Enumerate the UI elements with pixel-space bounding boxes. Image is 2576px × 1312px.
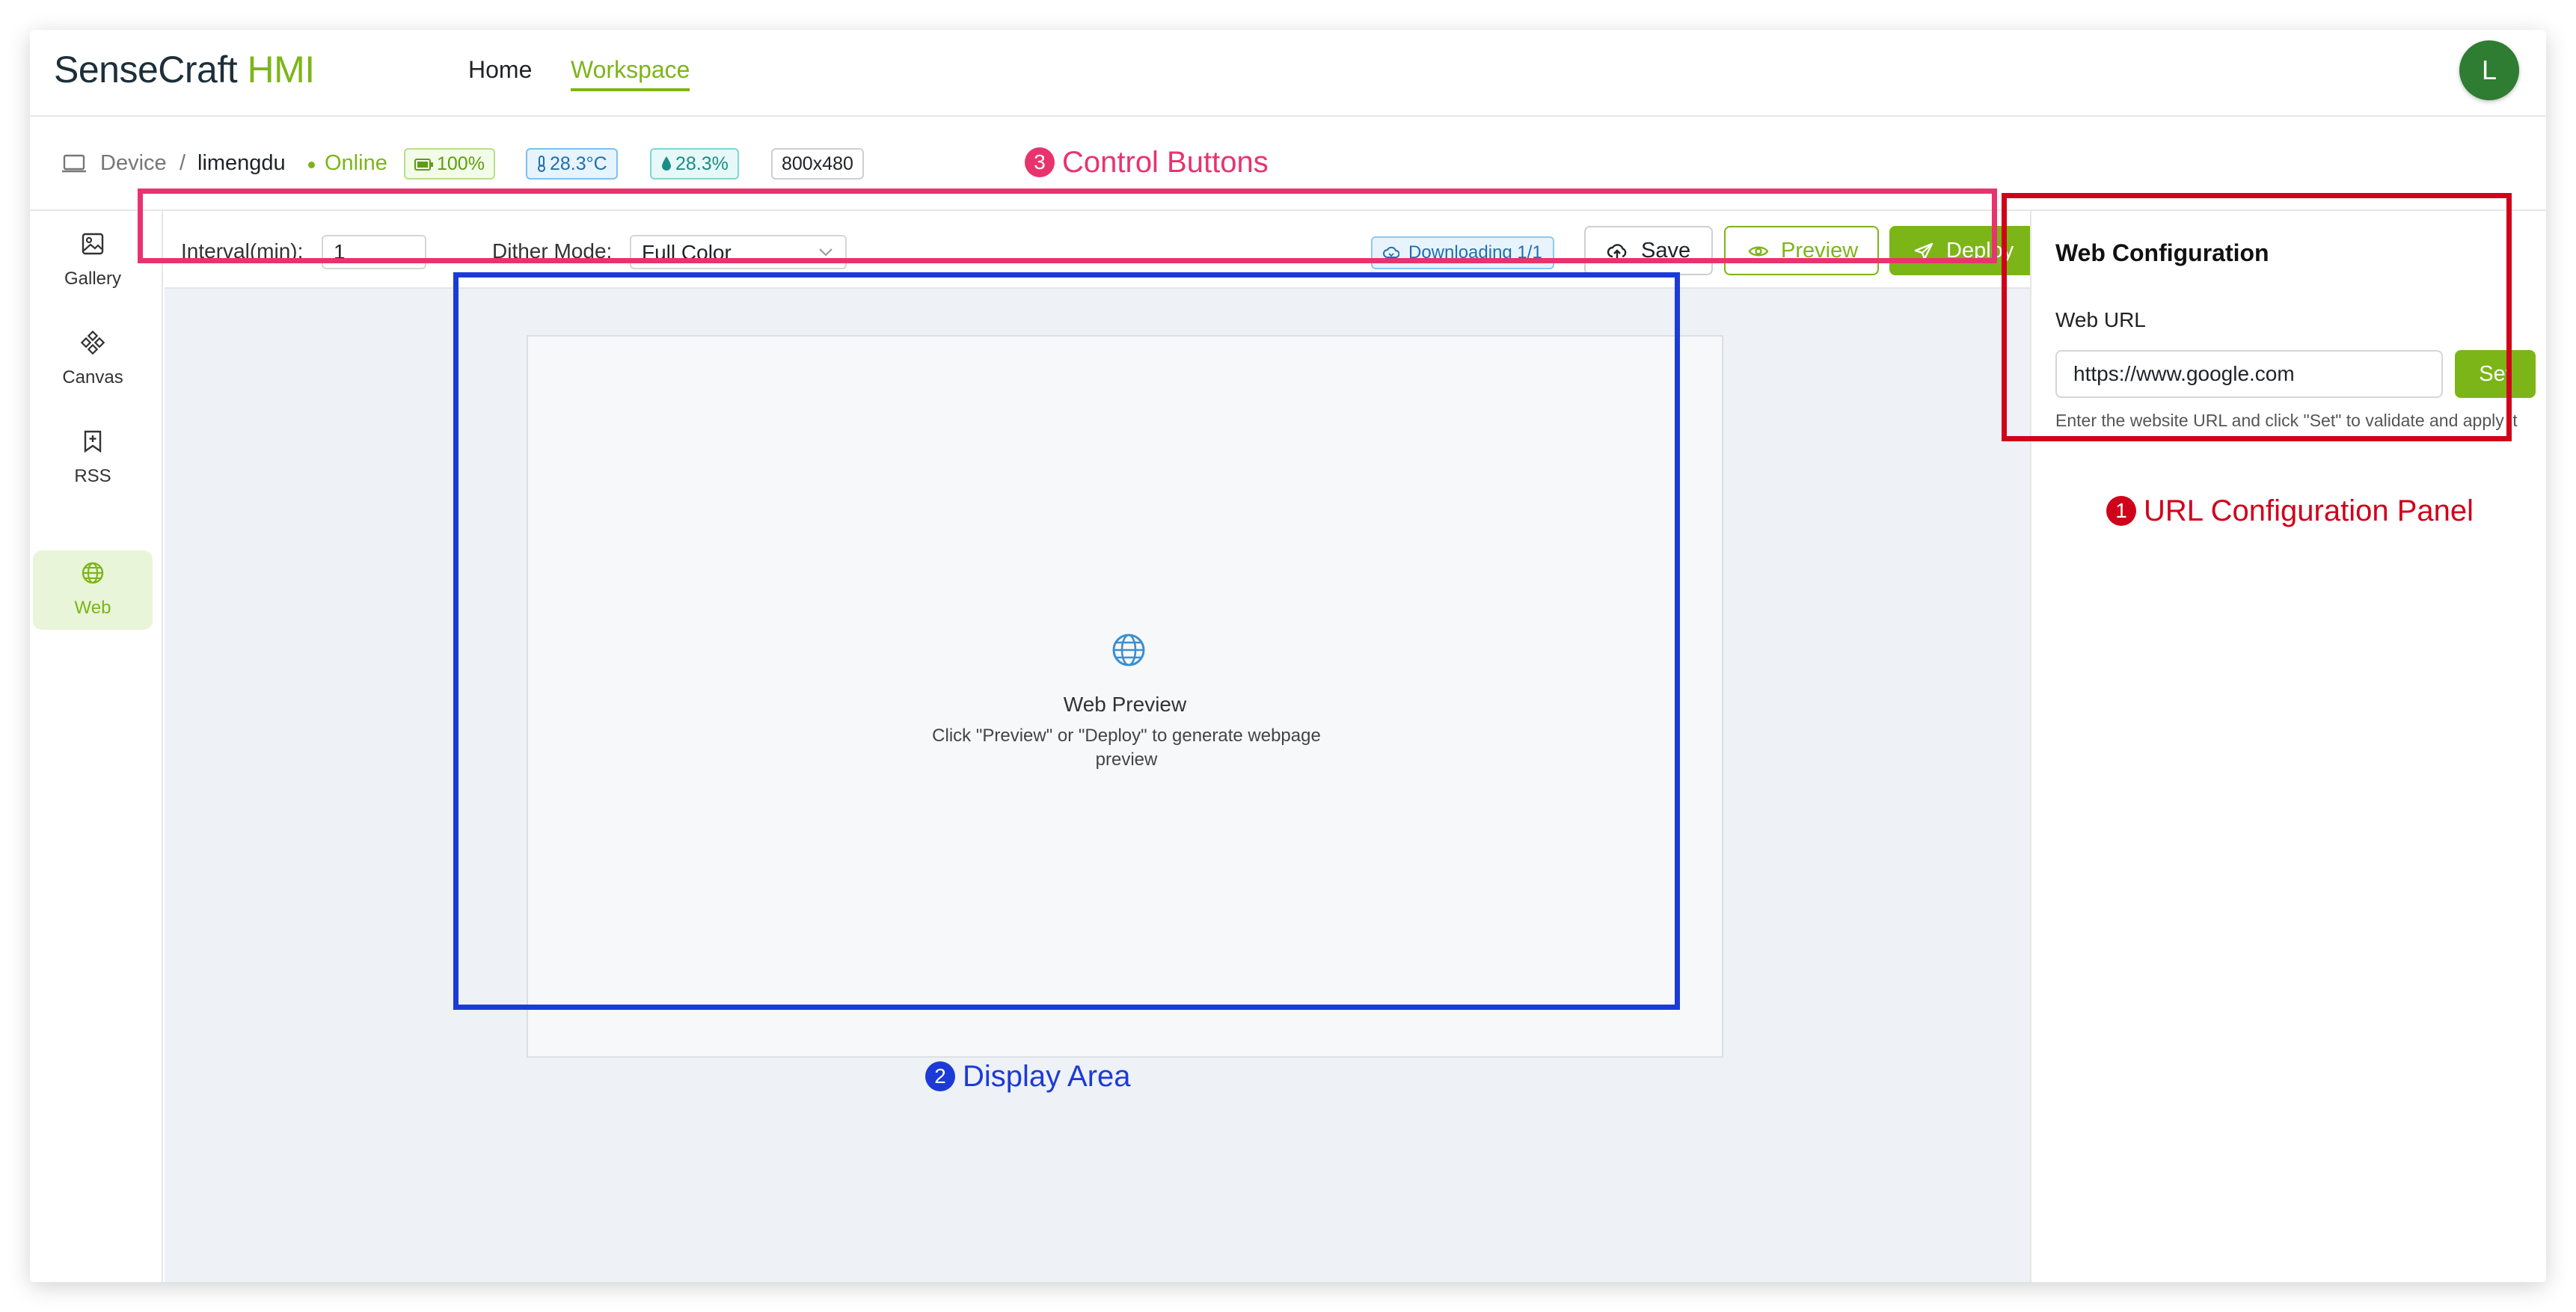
user-avatar[interactable]: L xyxy=(2459,40,2519,100)
battery-value: 100% xyxy=(437,153,485,174)
sidebar-item-web[interactable]: Web xyxy=(33,551,153,630)
nav-workspace[interactable]: Workspace xyxy=(571,51,690,91)
globe-icon xyxy=(82,562,104,584)
humidity-value: 28.3% xyxy=(675,153,729,174)
logo-text-sensecraft: SenseCraft xyxy=(54,49,238,91)
temperature-value: 28.3°C xyxy=(550,153,607,174)
deploy-button[interactable]: Deploy xyxy=(1889,226,2037,275)
annotation-display-area: 2 Display Area xyxy=(925,1058,1131,1095)
download-status-text: Downloading 1/1 xyxy=(1408,242,1542,263)
dither-mode-label: Dither Mode: xyxy=(492,239,613,263)
interval-input[interactable] xyxy=(322,235,426,269)
annotation-text: Control Buttons xyxy=(1062,146,1269,179)
download-status-badge: Downloading 1/1 xyxy=(1371,236,1554,269)
water-drop-icon xyxy=(662,156,671,171)
online-status-dot xyxy=(308,162,315,168)
sidebar: Gallery Canvas RSS Web xyxy=(30,211,163,1282)
annotation-number: 3 xyxy=(1025,147,1055,177)
thermometer-icon xyxy=(538,156,545,172)
online-status-text: Online xyxy=(325,151,387,175)
annotation-text: Display Area xyxy=(963,1060,1131,1093)
annotation-url-panel: 1 URL Configuration Panel xyxy=(2106,492,2474,530)
device-label[interactable]: Device xyxy=(100,148,167,178)
temperature-badge: 28.3°C xyxy=(526,148,618,180)
save-button[interactable]: Save xyxy=(1584,226,1713,275)
sidebar-item-canvas[interactable]: Canvas xyxy=(33,320,153,402)
bookmark-plus-icon xyxy=(84,430,102,453)
canvas-icon xyxy=(81,331,105,355)
web-url-help-text: Enter the website URL and click "Set" to… xyxy=(2055,411,2518,430)
deploy-button-label: Deploy xyxy=(1946,239,2014,263)
cloud-download-icon xyxy=(1383,246,1399,258)
logo-text-hmi: HMI xyxy=(247,49,316,91)
display-description: Click "Preview" or "Deploy" to generate … xyxy=(932,726,1321,770)
battery-icon xyxy=(414,159,433,171)
web-url-label: Web URL xyxy=(2055,308,2146,331)
sidebar-item-rss[interactable]: RSS xyxy=(33,419,153,501)
sidebar-item-gallery[interactable]: Gallery xyxy=(33,221,153,304)
device-status-bar: Device / limengdu Online 100% 28.3°C 28.… xyxy=(30,117,2546,211)
sidebar-item-label: Gallery xyxy=(64,269,122,289)
humidity-badge: 28.3% xyxy=(650,148,739,180)
laptop-icon xyxy=(62,154,86,173)
sidebar-item-label: RSS xyxy=(74,466,111,486)
preview-button[interactable]: Preview xyxy=(1724,226,1879,275)
set-url-button[interactable]: Set xyxy=(2455,350,2536,398)
send-icon xyxy=(1914,242,1933,260)
save-button-label: Save xyxy=(1641,239,1691,263)
display-area: Web Preview Click "Preview" or "Deploy" … xyxy=(527,335,1723,1058)
panel-title: Web Configuration xyxy=(2055,239,2269,266)
annotation-text: URL Configuration Panel xyxy=(2144,494,2474,527)
web-configuration-panel: Web Configuration Web URL Set Enter the … xyxy=(2030,211,2546,1282)
chevron-down-icon xyxy=(819,248,832,257)
annotation-number: 2 xyxy=(925,1061,955,1091)
nav-home[interactable]: Home xyxy=(468,51,532,88)
sidebar-item-label: Web xyxy=(74,598,111,618)
annotation-control-buttons: 3 Control Buttons xyxy=(1025,144,1269,181)
cloud-upload-icon xyxy=(1607,244,1627,258)
control-toolbar: Interval(min): Dither Mode: Full Color D… xyxy=(165,211,2037,289)
image-icon xyxy=(82,233,104,255)
battery-badge: 100% xyxy=(404,148,495,180)
top-header: SenseCraft HMI Home Workspace L xyxy=(30,30,2546,117)
resolution-badge: 800x480 xyxy=(771,148,864,180)
preview-button-label: Preview xyxy=(1781,239,1859,263)
device-name: limengdu xyxy=(197,151,286,175)
app-window: SenseCraft HMI Home Workspace L Device /… xyxy=(30,30,2546,1282)
web-url-input[interactable] xyxy=(2055,350,2443,398)
breadcrumb-separator: / xyxy=(180,151,186,175)
display-title: Web Preview xyxy=(1063,693,1187,716)
workspace-area: Interval(min): Dither Mode: Full Color D… xyxy=(165,211,2037,1282)
dither-mode-select[interactable]: Full Color xyxy=(630,235,847,269)
globe-icon xyxy=(1112,634,1145,666)
annotation-number: 1 xyxy=(2106,496,2136,526)
sidebar-item-label: Canvas xyxy=(62,367,123,387)
eye-icon xyxy=(1748,246,1769,257)
app-logo[interactable]: SenseCraft HMI xyxy=(54,45,315,94)
interval-label: Interval(min): xyxy=(181,239,304,263)
dither-mode-value: Full Color xyxy=(642,241,732,264)
